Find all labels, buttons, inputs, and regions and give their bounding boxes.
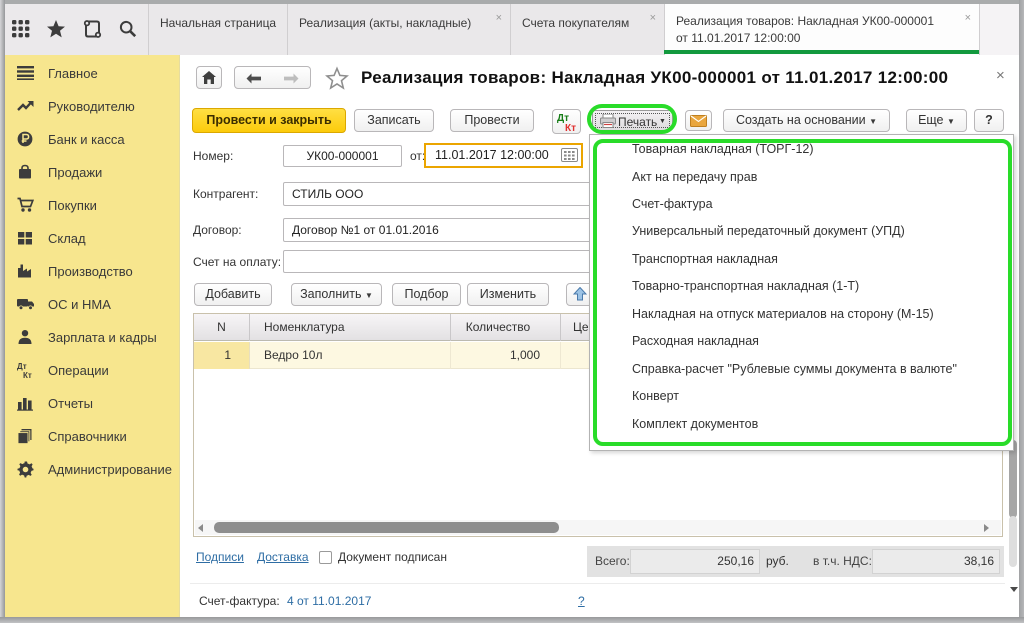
svg-text:Кт: Кт	[23, 371, 32, 379]
svg-text:Дт: Дт	[17, 362, 27, 371]
